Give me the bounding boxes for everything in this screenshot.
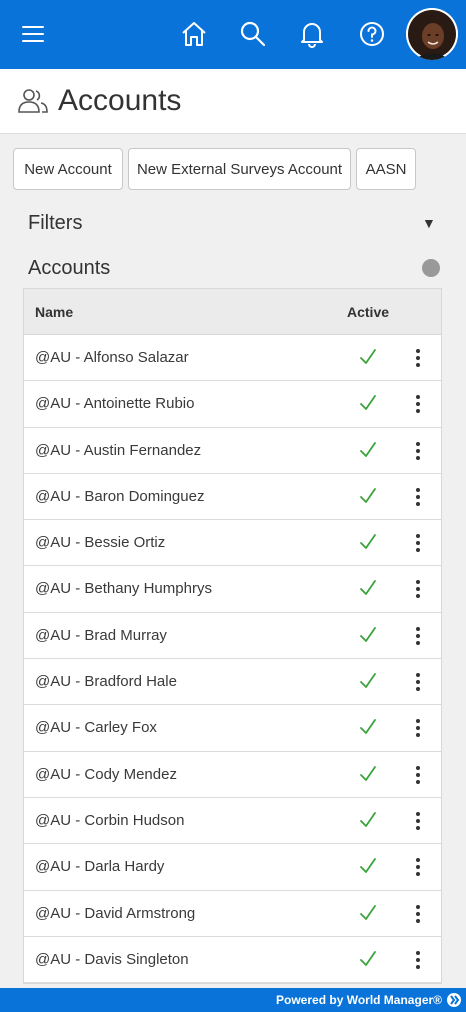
active-check-icon [358, 716, 378, 743]
table-row[interactable]: @AU - Corbin Hudson [24, 798, 441, 845]
account-name[interactable]: @AU - Antoinette Rubio [35, 395, 194, 412]
page-header: Accounts [0, 69, 466, 134]
more-options-icon[interactable] [414, 349, 422, 367]
more-options-icon[interactable] [414, 441, 422, 460]
active-check-icon [358, 902, 378, 929]
top-nav-bar [0, 0, 466, 69]
table-row[interactable]: @AU - Cody Mendez [24, 752, 441, 798]
account-name[interactable]: @AU - Bessie Ortiz [35, 534, 165, 551]
more-options-icon[interactable] [414, 395, 422, 414]
home-icon[interactable] [174, 14, 214, 54]
accounts-table: Name Active @AU - Alfonso Salazar @AU - A… [23, 288, 442, 985]
account-name[interactable]: @AU - Brad Murray [35, 627, 167, 644]
more-options-icon[interactable] [414, 534, 422, 553]
world-manager-logo-icon [447, 993, 461, 1007]
account-name[interactable]: @AU - David Armstrong [35, 905, 195, 922]
active-check-icon [358, 670, 378, 697]
table-body: @AU - Alfonso Salazar @AU - Antoinette Ru… [24, 335, 441, 984]
account-name[interactable]: @AU - Bradford Hale [35, 673, 177, 690]
active-check-icon [358, 948, 378, 975]
avatar[interactable] [406, 8, 458, 60]
table-row[interactable]: @AU - Alfonso Salazar [24, 335, 441, 382]
search-icon[interactable] [233, 14, 273, 54]
powered-by-text: Powered by World Manager® [276, 993, 442, 1007]
table-row[interactable]: @AU - Antoinette Rubio [24, 381, 441, 428]
table-row[interactable]: @AU - Davis Singleton [24, 937, 441, 984]
account-name[interactable]: @AU - Cody Mendez [35, 766, 177, 783]
table-header: Name Active [24, 289, 441, 335]
more-options-icon[interactable] [414, 904, 422, 923]
bell-icon[interactable] [292, 14, 332, 54]
page-title: Accounts [58, 84, 182, 117]
table-row[interactable]: @AU - David Armstrong [24, 891, 441, 937]
more-options-icon[interactable] [414, 626, 422, 645]
account-name[interactable]: @AU - Alfonso Salazar [35, 349, 189, 366]
active-check-icon [358, 763, 378, 790]
active-check-icon [358, 855, 378, 882]
table-row[interactable]: @AU - Austin Fernandez [24, 428, 441, 474]
help-icon[interactable] [352, 14, 392, 54]
more-options-icon[interactable] [414, 858, 422, 877]
new-account-button[interactable]: New Account [13, 148, 123, 190]
more-options-icon[interactable] [414, 765, 422, 784]
column-header-name[interactable]: Name [35, 304, 73, 320]
active-check-icon [358, 624, 378, 651]
active-check-icon [358, 577, 378, 604]
more-options-icon[interactable] [414, 580, 422, 599]
active-check-icon [358, 439, 378, 466]
column-header-active[interactable]: Active [347, 304, 389, 320]
active-check-icon [358, 809, 378, 836]
footer-bar: Powered by World Manager® [0, 988, 466, 1012]
table-row[interactable]: @AU - Bradford Hale [24, 659, 441, 706]
account-name[interactable]: @AU - Bethany Humphrys [35, 580, 212, 597]
table-row[interactable]: @AU - Carley Fox [24, 705, 441, 752]
status-indicator [422, 259, 440, 277]
more-options-icon[interactable] [414, 719, 422, 738]
table-row[interactable]: @AU - Baron Dominguez [24, 474, 441, 521]
aasn-button[interactable]: AASN [356, 148, 416, 190]
account-name[interactable]: @AU - Davis Singleton [35, 951, 189, 968]
table-row[interactable]: @AU - Darla Hardy [24, 844, 441, 891]
active-check-icon [358, 531, 378, 558]
account-name[interactable]: @AU - Baron Dominguez [35, 488, 204, 505]
account-name[interactable]: @AU - Darla Hardy [35, 858, 164, 875]
account-name[interactable]: @AU - Corbin Hudson [35, 812, 184, 829]
account-name[interactable]: @AU - Austin Fernandez [35, 442, 201, 459]
menu-icon[interactable] [13, 14, 53, 54]
chevron-down-icon[interactable]: ▼ [422, 215, 436, 231]
accounts-people-icon [17, 87, 49, 120]
table-row[interactable]: @AU - Brad Murray [24, 613, 441, 660]
more-options-icon[interactable] [414, 950, 422, 969]
more-options-icon[interactable] [414, 487, 422, 506]
active-check-icon [358, 346, 378, 373]
active-check-icon [358, 485, 378, 512]
account-name[interactable]: @AU - Carley Fox [35, 719, 157, 736]
table-row[interactable]: @AU - Bessie Ortiz [24, 520, 441, 567]
accounts-section-heading: Accounts [28, 257, 111, 279]
new-external-surveys-account-button[interactable]: New External Surveys Account [128, 148, 351, 190]
table-row[interactable]: @AU - Bethany Humphrys [24, 566, 441, 613]
active-check-icon [358, 392, 378, 419]
more-options-icon[interactable] [414, 811, 422, 830]
filters-heading[interactable]: Filters [28, 212, 82, 235]
more-options-icon[interactable] [414, 673, 422, 692]
